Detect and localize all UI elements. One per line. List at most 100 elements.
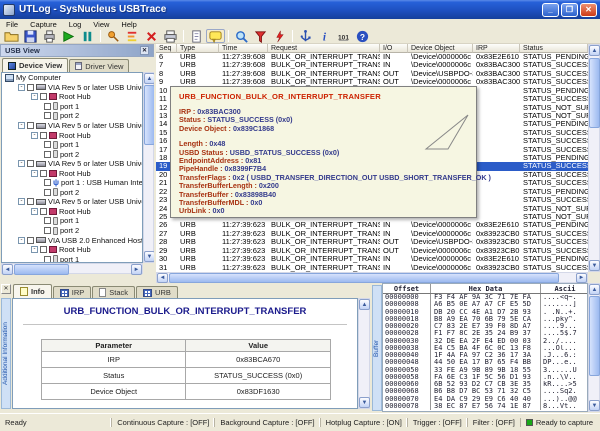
column-header-time[interactable]: Time — [219, 44, 268, 53]
tree-checkbox[interactable] — [40, 132, 47, 139]
menu-item-help[interactable]: Help — [115, 20, 142, 29]
tree-checkbox[interactable] — [44, 227, 51, 234]
tree-item[interactable]: port 2 — [2, 188, 142, 198]
hex-row[interactable]: 00000038E4 C5 BA 4F 6C 0C 13 F8...Ol... — [383, 345, 587, 352]
hex-row[interactable]: 00000058FA 6E C3 1F 5C 56 D1 93.n..\V.. — [383, 374, 587, 381]
tree-checkbox[interactable] — [27, 84, 34, 91]
info-icon[interactable]: i — [315, 29, 334, 43]
table-row[interactable]: 28URB11:27:39:623BULK_OR_INTERRUPT_TRANS… — [156, 238, 588, 246]
tree-item[interactable]: My Computer — [2, 73, 142, 83]
column-header-type[interactable]: Type — [177, 44, 219, 53]
tree-checkbox[interactable] — [44, 112, 51, 119]
tab-info[interactable]: Info — [13, 284, 52, 298]
hex-row[interactable]: 0000004844 50 EA 17 B7 65 F4 BBDP...e.. — [383, 359, 587, 366]
tree-checkbox[interactable] — [44, 141, 51, 148]
hex-vertical-scrollbar[interactable]: ▲ ▼ — [588, 283, 600, 412]
hex-row[interactable]: 00000020C7 83 2E E7 39 F0 8D A7....9... — [383, 323, 587, 330]
tree-item[interactable]: port 2 — [2, 226, 142, 236]
balloon-info-icon[interactable] — [206, 29, 225, 43]
usb-devices-icon[interactable] — [296, 29, 315, 43]
table-row[interactable]: 8URB11:27:39:608BULK_OR_INTERRUPT_TRANSF… — [156, 70, 588, 78]
tree-item[interactable]: -Root Hub — [2, 207, 142, 217]
minimize-button[interactable]: _ — [542, 3, 559, 17]
binary-view-icon[interactable]: 101 — [334, 29, 353, 43]
hex-row[interactable]: 0000003032 DE EA 2F E4 ED 00 032../.... — [383, 338, 587, 345]
menu-item-capture[interactable]: Capture — [24, 20, 63, 29]
table-row[interactable]: 29URB11:27:39:623BULK_OR_INTERRUPT_TRANS… — [156, 247, 588, 255]
tree-checkbox[interactable] — [44, 256, 51, 263]
table-row[interactable]: 7URB11:27:39:608BULK_OR_INTERRUPT_TRANSF… — [156, 61, 588, 69]
start-capture-icon[interactable] — [59, 29, 78, 43]
tab-urb[interactable]: URB — [136, 286, 178, 298]
close-button[interactable]: ✕ — [580, 3, 597, 17]
tree-expand-icon[interactable]: - — [18, 198, 25, 205]
tree-item[interactable]: port 1 — [2, 140, 142, 150]
column-header-status[interactable]: Status — [520, 44, 588, 53]
tree-item[interactable]: -Root Hub — [2, 92, 142, 102]
hex-row[interactable]: 00000028F1 F7 8C 2E 35 24 B9 37....5$.7 — [383, 330, 587, 337]
hex-row[interactable]: 00000010DB 20 CC 4E A1 D7 2B 93. .N..+. — [383, 309, 587, 316]
tree-checkbox[interactable] — [44, 151, 51, 158]
page-icon[interactable] — [187, 29, 206, 43]
hex-row[interactable]: 00000000F3 F4 AF 9A 3C 71 7E FA....<q~. — [383, 294, 587, 301]
filter-icon[interactable] — [251, 29, 270, 43]
tree-item[interactable]: port 1 — [2, 254, 142, 263]
hex-row[interactable]: 00000068B6 B8 D7 BC 53 71 32 C5....Sq2. — [383, 388, 587, 395]
tree-expand-icon[interactable]: - — [31, 93, 38, 100]
tree-checkbox[interactable] — [44, 103, 51, 110]
tree-expand-icon[interactable]: - — [31, 132, 38, 139]
hex-row[interactable]: 0000007838 EC 87 E7 56 74 1E 878...Vt.. — [383, 403, 587, 410]
tree-expand-icon[interactable]: - — [31, 208, 38, 215]
tree-checkbox[interactable] — [44, 179, 51, 186]
open-icon[interactable] — [2, 29, 21, 43]
table-horizontal-scrollbar[interactable]: ◄ ► — [156, 272, 588, 283]
tree-item[interactable]: -VIA USB 2.0 Enhanced Host Controller — [2, 235, 142, 245]
help-icon[interactable]: ? — [353, 29, 372, 43]
menu-item-log[interactable]: Log — [63, 20, 88, 29]
tree-item[interactable]: -Root Hub — [2, 245, 142, 255]
tree-item[interactable]: port 1 — [2, 102, 142, 112]
tab-irp[interactable]: IRP — [53, 286, 92, 298]
tree-item[interactable]: ψport 1 : USB Human Interface D — [2, 178, 142, 188]
column-header-deviceobject[interactable]: Device Object — [408, 44, 473, 53]
maximize-button[interactable]: ❐ — [561, 3, 578, 17]
tree-expand-icon[interactable]: - — [31, 246, 38, 253]
hex-row[interactable]: 000000401F 4A FA 97 C2 36 17 3A.J...6.: — [383, 352, 587, 359]
tree-checkbox[interactable] — [27, 160, 34, 167]
tree-checkbox[interactable] — [27, 237, 34, 244]
menu-item-view[interactable]: View — [87, 20, 115, 29]
table-row[interactable]: 6URB11:27:39:608BULK_OR_INTERRUPT_TRANSF… — [156, 53, 588, 61]
hex-row[interactable]: 00000070E4 DA C9 29 E9 C6 40 40...)..@@ — [383, 396, 587, 403]
tab-stack[interactable]: Stack — [92, 286, 135, 298]
print-icon[interactable] — [161, 29, 180, 43]
usb-view-close-icon[interactable]: ✕ — [140, 46, 149, 55]
tree-checkbox[interactable] — [40, 208, 47, 215]
table-row[interactable]: 27URB11:27:39:623BULK_OR_INTERRUPT_TRANS… — [156, 230, 588, 238]
table-row[interactable]: 26URB11:27:39:623BULK_OR_INTERRUPT_TRANS… — [156, 221, 588, 229]
tree-item[interactable]: -VIA Rev 5 or later USB Universal Host C — [2, 121, 142, 131]
tree-item[interactable]: -VIA Rev 5 or later USB Universal Host C — [2, 159, 142, 169]
column-header-irp[interactable]: IRP — [473, 44, 520, 53]
tree-checkbox[interactable] — [27, 122, 34, 129]
table-row[interactable]: 30URB11:27:39:623BULK_OR_INTERRUPT_TRANS… — [156, 255, 588, 263]
tree-item[interactable]: -Root Hub — [2, 168, 142, 178]
clear-log-icon[interactable] — [142, 29, 161, 43]
export-icon[interactable] — [40, 29, 59, 43]
hex-row[interactable]: 00000008A6 B5 0E A7 A7 CF E5 5D.......] — [383, 301, 587, 308]
tab-device-view[interactable]: Device View — [2, 58, 68, 72]
tree-item[interactable]: -Root Hub — [2, 130, 142, 140]
pin-icon[interactable] — [104, 29, 123, 43]
tree-item[interactable]: port 1 — [2, 216, 142, 226]
tab-driver-view[interactable]: Driver View — [69, 59, 129, 72]
hex-row[interactable]: 0000005033 FE A9 9B 89 9B 18 553......U — [383, 367, 587, 374]
tree-item[interactable]: -VIA Rev 5 or later USB Universal Host C — [2, 83, 142, 93]
tree-horizontal-scrollbar[interactable]: ◄ ► — [1, 263, 143, 274]
pause-capture-icon[interactable] — [78, 29, 97, 43]
tree-item[interactable]: -VIA Rev 5 or later USB Universal Host C — [2, 197, 142, 207]
menu-item-file[interactable]: File — [0, 20, 24, 29]
trigger-icon[interactable] — [270, 29, 289, 43]
tree-expand-icon[interactable]: - — [18, 237, 25, 244]
table-row[interactable]: 31URB11:27:39:623BULK_OR_INTERRUPT_TRANS… — [156, 264, 588, 272]
tree-checkbox[interactable] — [40, 246, 47, 253]
tree-checkbox[interactable] — [40, 170, 47, 177]
